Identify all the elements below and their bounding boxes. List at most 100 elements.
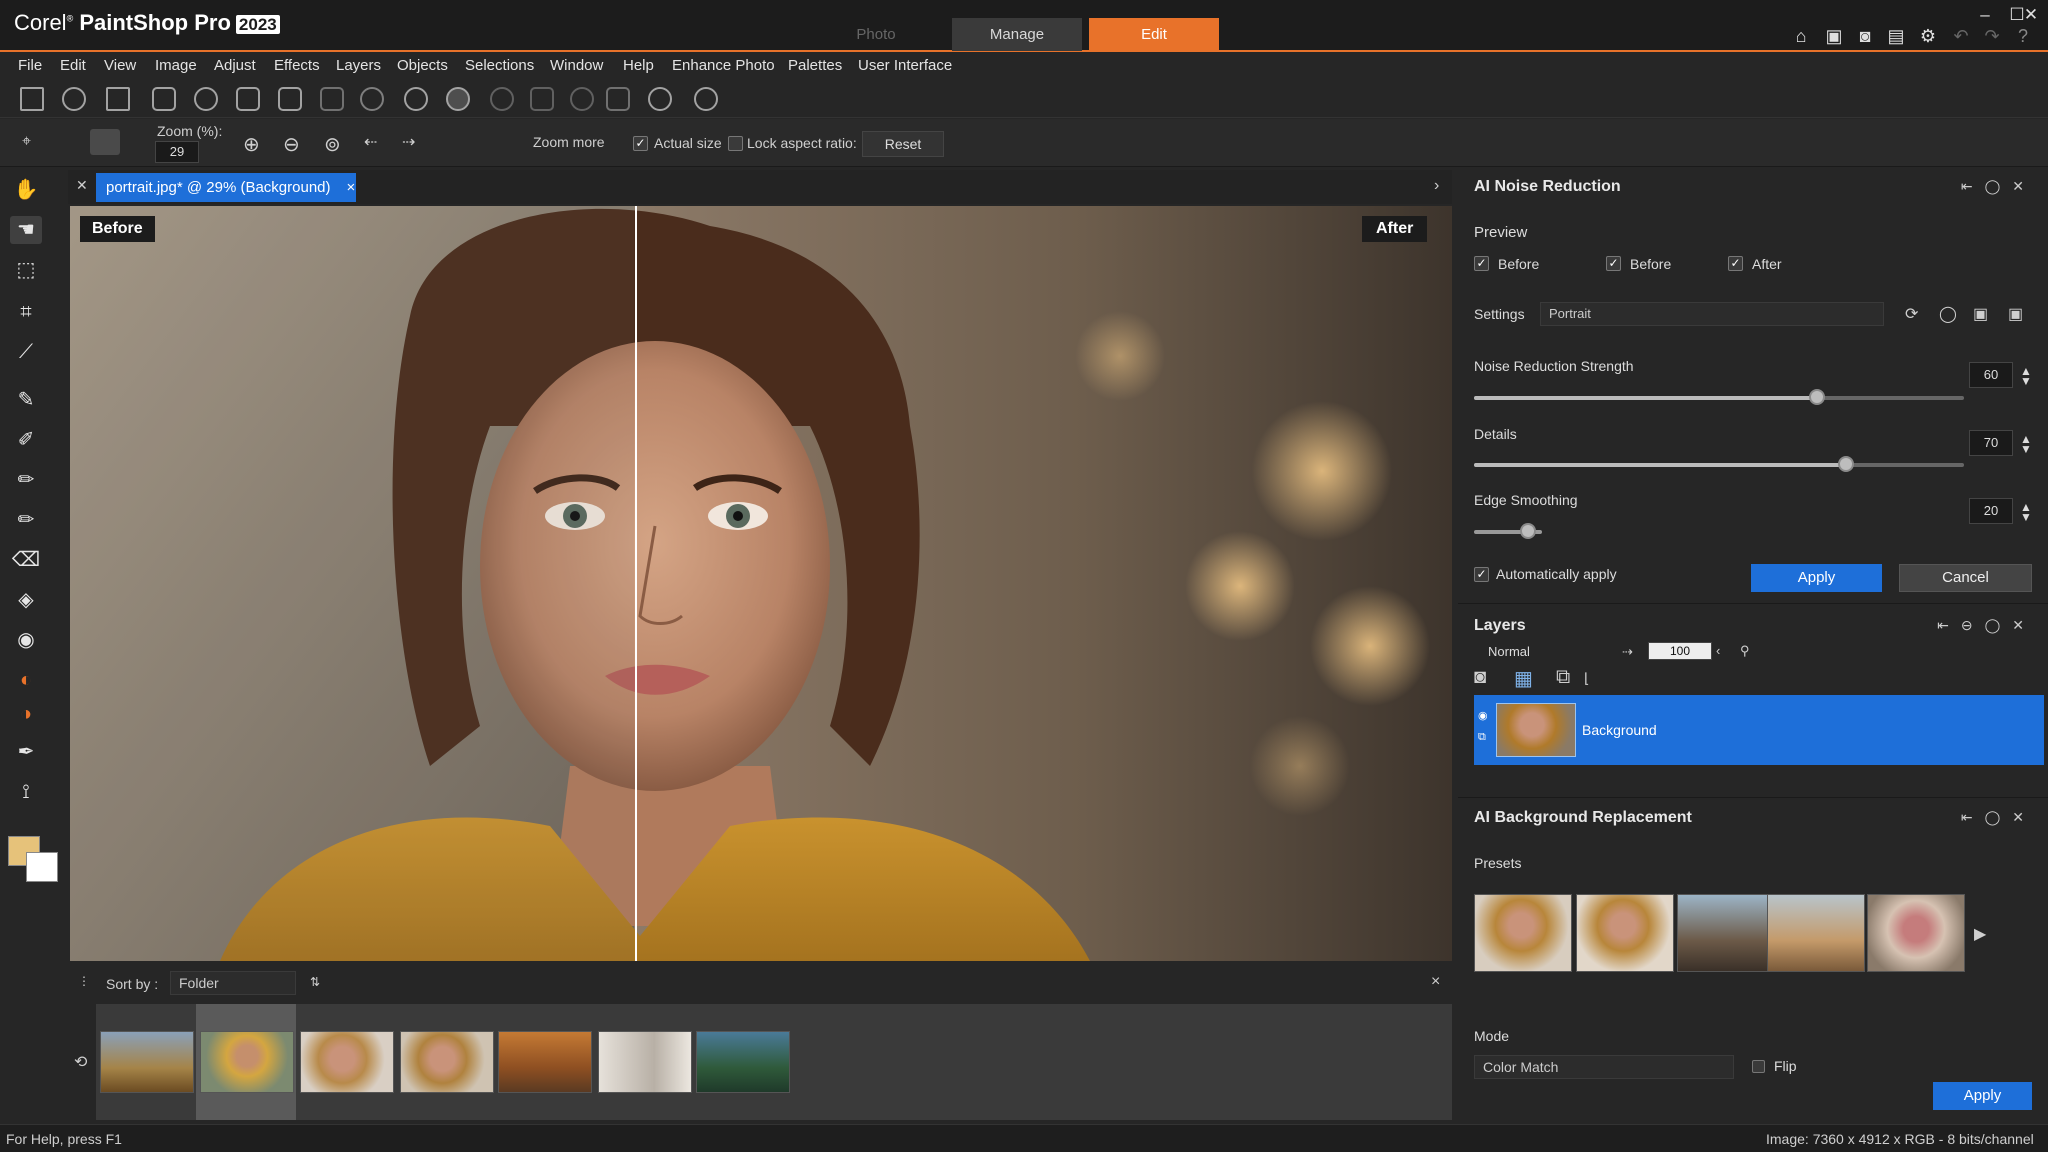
cancel-button[interactable]: Cancel — [1899, 564, 2032, 592]
close-window-icon[interactable]: ✕ — [2020, 4, 2042, 26]
thumbnail[interactable] — [200, 1031, 294, 1093]
straighten-tool-icon[interactable]: ⟋ — [10, 338, 42, 366]
panel-controls-icon[interactable]: ⇤◯✕ — [1961, 809, 2036, 826]
menu-effects[interactable]: Effects — [274, 57, 320, 74]
retouch-brush-icon[interactable]: ✏ — [10, 506, 42, 534]
thumbnail[interactable] — [696, 1031, 790, 1093]
preset-thumbnail[interactable] — [1677, 894, 1775, 972]
tab-photo[interactable]: Photo — [811, 18, 941, 51]
auto-apply-checkbox[interactable]: ✓ — [1474, 567, 1489, 582]
preset-thumbnail[interactable] — [1474, 894, 1572, 972]
flip-checkbox[interactable] — [1752, 1060, 1765, 1073]
pan-tool-icon[interactable]: ✋ — [10, 176, 42, 204]
save-as-icon[interactable] — [152, 87, 176, 111]
eraser-tool-icon[interactable]: ⌫ — [10, 546, 42, 574]
menu-layers[interactable]: Layers — [336, 57, 381, 74]
smart-photo-fix-icon[interactable] — [446, 87, 470, 111]
slider-knob[interactable] — [1519, 523, 1536, 539]
thumbnail[interactable] — [100, 1031, 194, 1093]
resize-icon[interactable] — [278, 87, 302, 111]
zoom-out-icon[interactable]: ⊖ — [283, 132, 300, 157]
spinner-icon[interactable]: ▲ ▼ — [2020, 501, 2032, 523]
menu-user-interface[interactable]: User Interface — [858, 57, 952, 74]
link-icon[interactable]: ⧉ — [1478, 731, 1486, 744]
mode-dropdown[interactable]: Color Match — [1474, 1055, 1734, 1079]
ai-tools-icon[interactable] — [694, 87, 718, 111]
layer-row-background[interactable]: ◉ ⧉ Background — [1474, 695, 2044, 765]
sort-dropdown[interactable]: Folder — [170, 971, 296, 995]
delete-layer-icon[interactable]: ⌊ — [1584, 670, 1589, 687]
duplicate-layer-icon[interactable]: ⧉ — [1556, 666, 1570, 689]
preview-after-checkbox[interactable]: ✓ — [1728, 256, 1743, 271]
new-file-icon[interactable] — [20, 87, 44, 111]
crop-tool-icon[interactable]: ⌗ — [10, 298, 42, 326]
presets-icon[interactable]: ⌖ — [22, 133, 31, 151]
sort-direction-icon[interactable]: ⇅ — [310, 975, 320, 989]
menu-enhance-photo[interactable]: Enhance Photo — [672, 57, 775, 74]
print-icon[interactable]: ▤ — [1886, 26, 1906, 46]
zoom-in-icon[interactable]: ⊕ — [243, 132, 260, 157]
background-color-swatch[interactable] — [26, 852, 58, 882]
zoom-fit-icon[interactable]: ⊚ — [324, 132, 341, 157]
new-vector-layer-icon[interactable]: ▦ — [1514, 666, 1533, 691]
redo-icon[interactable]: ↷ — [1982, 26, 2002, 46]
refresh-icon[interactable]: ⟲ — [74, 1052, 87, 1072]
thumbnail[interactable] — [598, 1031, 692, 1093]
undo-tool-icon[interactable] — [490, 87, 514, 111]
lock-icon[interactable]: ⚲ — [1740, 643, 1750, 659]
lock-aspect-checkbox[interactable] — [728, 136, 743, 151]
menu-palettes[interactable]: Palettes — [788, 57, 842, 74]
flip-icon[interactable] — [360, 87, 384, 111]
menu-view[interactable]: View — [104, 57, 136, 74]
reset-button[interactable]: Reset — [862, 131, 944, 157]
color-changer-icon[interactable]: ◐ — [10, 666, 42, 694]
zoom-prev-icon[interactable]: ⇠ — [364, 132, 377, 152]
presets-next-icon[interactable]: ▶ — [1974, 924, 1986, 944]
pen-tool-icon[interactable]: ✒ — [10, 738, 42, 766]
redo-tool-icon[interactable] — [530, 87, 554, 111]
menu-objects[interactable]: Objects — [397, 57, 448, 74]
print-tool-icon[interactable] — [194, 87, 218, 111]
fill-tool-icon[interactable]: ◈ — [10, 586, 42, 614]
noise-strength-slider[interactable] — [1474, 396, 1964, 400]
thumbnail[interactable] — [498, 1031, 592, 1093]
menu-image[interactable]: Image — [155, 57, 197, 74]
text-tool-icon[interactable]: ◉ — [10, 626, 42, 654]
close-tab-icon[interactable]: × — [347, 179, 356, 196]
apply-button[interactable]: Apply — [1751, 564, 1882, 592]
reset-preset-icon[interactable]: ◯ — [1939, 304, 1957, 324]
preview-before2-checkbox[interactable]: ✓ — [1606, 256, 1621, 271]
pick-tool-icon[interactable]: ☚ — [10, 216, 42, 244]
settings-dropdown[interactable]: Portrait — [1540, 302, 1884, 326]
grip-icon[interactable]: ⋮ — [78, 974, 90, 988]
menu-window[interactable]: Window — [550, 57, 603, 74]
new-raster-layer-icon[interactable]: ◙ — [1474, 666, 1486, 689]
open-icon[interactable] — [62, 87, 86, 111]
blend-mode[interactable]: Normal — [1488, 644, 1530, 659]
slider-knob[interactable] — [1809, 389, 1825, 405]
save-icon[interactable] — [106, 87, 130, 111]
crop-to-selection-icon[interactable] — [236, 87, 260, 111]
panel-controls-icon[interactable]: ⇤⊖◯✕ — [1937, 617, 2036, 634]
zoom-next-icon[interactable]: ⇢ — [402, 132, 415, 152]
tab-edit[interactable]: Edit — [1089, 18, 1219, 51]
one-step-fix-icon[interactable] — [404, 87, 428, 111]
close-all-icon[interactable]: ✕ — [76, 177, 88, 194]
close-organizer-icon[interactable]: × — [1431, 973, 1440, 991]
repeat-icon[interactable] — [570, 87, 594, 111]
image-canvas[interactable] — [70, 206, 1452, 961]
zoom-input[interactable]: 29 — [155, 141, 199, 163]
visibility-icon[interactable]: ◉ — [1478, 709, 1488, 722]
panel-controls-icon[interactable]: ⇤◯✕ — [1961, 178, 2036, 195]
clone-brush-icon[interactable]: ✏ — [10, 466, 42, 494]
menu-selections[interactable]: Selections — [465, 57, 534, 74]
undo-icon[interactable]: ↶ — [1951, 26, 1971, 46]
menu-edit[interactable]: Edit — [60, 57, 86, 74]
spinner-icon[interactable]: ▲ ▼ — [2020, 433, 2032, 455]
camera-icon[interactable]: ◙ — [1855, 26, 1875, 46]
opacity-chevron-icon[interactable]: ‹ — [1716, 643, 1720, 658]
thumbnail[interactable] — [400, 1031, 494, 1093]
slider-knob[interactable] — [1838, 456, 1855, 472]
chevron-right-icon[interactable]: › — [1434, 177, 1439, 195]
spinner-icon[interactable]: ▲ ▼ — [2020, 365, 2032, 387]
